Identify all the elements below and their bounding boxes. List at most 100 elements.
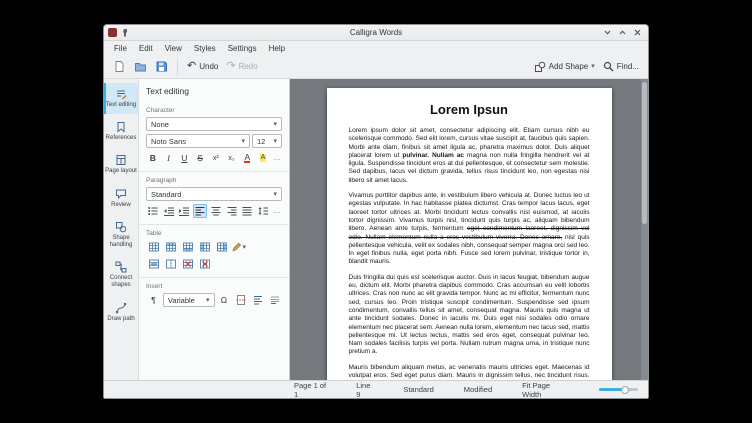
- underline-button[interactable]: U: [177, 151, 191, 165]
- undo-button[interactable]: ↶ Undo: [184, 58, 221, 76]
- character-style-select[interactable]: None ▾: [146, 117, 282, 131]
- status-modified-indicator: Modified: [463, 385, 493, 394]
- pin-icon[interactable]: [120, 28, 130, 38]
- insert-page-break-button[interactable]: [233, 293, 248, 307]
- align-left-button[interactable]: [193, 204, 207, 218]
- table-border-pen-button[interactable]: ▾: [231, 240, 246, 254]
- page-layout-icon: [116, 155, 126, 166]
- insert-special-character-button[interactable]: Ω: [217, 293, 232, 307]
- insert-toc-button[interactable]: [250, 293, 265, 307]
- window-title: Calligra Words: [349, 28, 403, 37]
- toolbar-separator: [177, 58, 178, 75]
- minimize-button[interactable]: [602, 27, 613, 38]
- status-zoom-mode[interactable]: Fit Page Width: [522, 381, 563, 399]
- font-family-select[interactable]: Noto Sans ▾: [146, 134, 250, 148]
- status-line-indicator[interactable]: Line 9: [356, 381, 373, 399]
- dock-tab-draw-path[interactable]: Draw path: [104, 297, 138, 328]
- insert-row-above-button[interactable]: [163, 240, 178, 254]
- menu-edit[interactable]: Edit: [133, 43, 159, 54]
- save-icon: [156, 61, 167, 72]
- bold-button[interactable]: B: [146, 151, 160, 165]
- chevron-down-icon: ▾: [591, 63, 595, 70]
- insert-footnote-button[interactable]: [267, 293, 282, 307]
- align-justify-button[interactable]: [240, 204, 254, 218]
- dock-tab-connect-shapes[interactable]: Connect shapes: [104, 256, 138, 294]
- delete-row-button[interactable]: [180, 257, 195, 271]
- new-document-button[interactable]: [110, 58, 129, 76]
- italic-button[interactable]: I: [162, 151, 176, 165]
- section-separator: [139, 277, 289, 278]
- scrollbar-thumb[interactable]: [642, 82, 647, 224]
- references-icon: [117, 122, 125, 133]
- highlight-button[interactable]: A: [256, 151, 270, 165]
- insert-table-button[interactable]: [146, 240, 161, 254]
- decrease-indent-button[interactable]: [162, 204, 176, 218]
- save-document-button[interactable]: [152, 58, 171, 76]
- insert-paragraph-button[interactable]: ¶: [146, 293, 161, 307]
- zoom-slider[interactable]: [599, 385, 638, 395]
- add-shape-button[interactable]: Add Shape ▾: [531, 58, 598, 76]
- document-paragraph: Mauris bibendum aliquam metus, ac venena…: [348, 363, 590, 380]
- document-paragraph: Vivamus porttitor dapibus ante, in vesti…: [348, 192, 590, 266]
- zoom-slider-knob[interactable]: [621, 385, 630, 394]
- font-size-value: 12: [257, 136, 266, 146]
- document-page[interactable]: Lorem Ipsun Lorem ipsum dolor sit amet, …: [326, 88, 612, 380]
- maximize-button[interactable]: [617, 27, 628, 38]
- chevron-down-icon: ▾: [241, 137, 245, 145]
- chevron-down-icon: [604, 30, 611, 35]
- strikethrough-button[interactable]: S: [193, 151, 207, 165]
- subscript-button[interactable]: x₂: [225, 151, 239, 165]
- font-color-icon: A: [244, 151, 251, 164]
- variable-label: Variable: [167, 295, 195, 305]
- menu-settings[interactable]: Settings: [222, 43, 263, 54]
- insert-column-right-button[interactable]: [214, 240, 229, 254]
- list-style-button[interactable]: [146, 204, 160, 218]
- page-break-icon: [236, 295, 246, 305]
- split-cells-button[interactable]: [163, 257, 178, 271]
- merge-cells-button[interactable]: [146, 257, 161, 271]
- dock-tab-page-layout[interactable]: Page layout: [104, 149, 138, 180]
- superscript-button[interactable]: x²: [209, 151, 223, 165]
- dock-tab-references[interactable]: References: [104, 116, 138, 147]
- titlebar[interactable]: Calligra Words: [104, 25, 648, 41]
- menu-file[interactable]: File: [108, 43, 133, 54]
- dock-tab-text-editing[interactable]: Text editing: [104, 83, 138, 115]
- redo-label: Redo: [238, 62, 258, 71]
- dock-tab-shape-handling[interactable]: Shape handling: [104, 216, 138, 254]
- line-spacing-button[interactable]: [256, 204, 270, 218]
- font-color-button[interactable]: A: [240, 151, 254, 165]
- insert-variable-select[interactable]: Variable ▾: [162, 293, 215, 307]
- footnote-icon: [270, 296, 279, 304]
- align-left-icon: [195, 207, 205, 216]
- align-center-button[interactable]: [209, 204, 223, 218]
- status-style-indicator[interactable]: Standard: [403, 385, 433, 394]
- status-page-indicator[interactable]: Page 1 of 1: [294, 381, 326, 399]
- increase-indent-button[interactable]: [177, 204, 191, 218]
- dock-tab-label: Review: [111, 201, 131, 208]
- find-button[interactable]: Find...: [600, 58, 642, 76]
- dock-tab-review[interactable]: Review: [104, 183, 138, 214]
- insert-column-left-button[interactable]: [197, 240, 212, 254]
- character-more-button[interactable]: …: [272, 152, 282, 164]
- menu-help[interactable]: Help: [263, 43, 291, 54]
- menu-view[interactable]: View: [159, 43, 188, 54]
- shape-handling-icon: [116, 221, 127, 233]
- superscript-icon: x²: [212, 154, 219, 162]
- insert-row-below-button[interactable]: [180, 240, 195, 254]
- font-size-select[interactable]: 12 ▾: [252, 134, 282, 148]
- new-document-icon: [115, 61, 124, 72]
- open-document-button[interactable]: [131, 58, 150, 76]
- align-right-button[interactable]: [225, 204, 239, 218]
- paragraph-style-select[interactable]: Standard ▾: [146, 187, 282, 201]
- close-button[interactable]: [632, 27, 643, 38]
- dock-tab-label: Draw path: [107, 315, 135, 322]
- menu-styles[interactable]: Styles: [188, 43, 222, 54]
- delete-column-button[interactable]: [197, 257, 212, 271]
- redo-button[interactable]: ↷ Redo: [223, 58, 260, 76]
- table-of-contents-icon: [253, 296, 262, 305]
- add-shape-icon: [534, 61, 545, 72]
- paragraph-more-button[interactable]: …: [272, 205, 282, 217]
- vertical-scrollbar[interactable]: [641, 79, 648, 380]
- chevron-down-icon: ▾: [273, 137, 277, 145]
- chevron-down-icon: ▾: [273, 120, 277, 128]
